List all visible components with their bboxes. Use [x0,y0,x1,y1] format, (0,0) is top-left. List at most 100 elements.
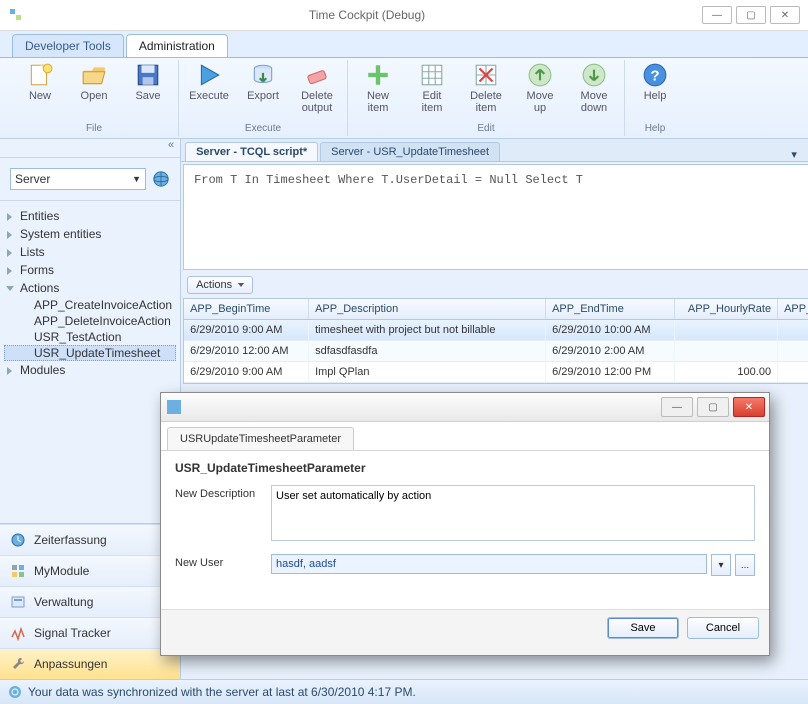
arrow-down-icon [581,62,607,88]
col-extra[interactable]: APP_H [778,299,808,319]
delete-output-button[interactable]: Delete output [295,62,339,114]
clock-icon [10,532,26,548]
tree-system-entities[interactable]: System entities [4,225,176,243]
table-row[interactable]: 6/29/2010 12:00 AM sdfasdfasdfa 6/29/201… [184,341,808,362]
move-up-button[interactable]: Move up [518,62,562,114]
dialog-cancel-button[interactable]: Cancel [687,617,759,639]
new-item-button[interactable]: New item [356,62,400,114]
doctab-pin[interactable]: ▾ [785,148,803,161]
table-row[interactable]: 6/29/2010 9:00 AM Impl QPlan 6/29/2010 1… [184,362,808,383]
dialog-icon [167,400,181,414]
tree-action-createinvoice[interactable]: APP_CreateInvoiceAction [4,297,176,313]
plus-icon [365,62,391,88]
dialog-close[interactable]: ✕ [733,397,765,417]
new-icon [27,62,53,88]
globe-icon[interactable] [152,170,170,188]
arrow-up-icon [527,62,553,88]
dialog-updatetimesheet-parameter: — ▢ ✕ USRUpdateTimesheetParameter USR_Up… [160,392,770,656]
export-icon [250,62,276,88]
tab-administration[interactable]: Administration [126,34,228,57]
dialog-maximize[interactable]: ▢ [697,397,729,417]
tree: Entities System entities Lists Forms Act… [0,201,180,523]
nav-zeiterfassung[interactable]: Zeiterfassung [0,524,180,555]
svg-text:?: ? [650,67,659,84]
tree-action-testaction[interactable]: USR_TestAction [4,329,176,345]
new-button[interactable]: New [18,62,62,102]
edit-item-button[interactable]: Edit item [410,62,454,114]
col-begintime[interactable]: APP_BeginTime [184,299,309,319]
label-new-description: New Description [175,485,271,544]
open-button[interactable]: Open [72,62,116,102]
nav-blocks: Zeiterfassung MyModule Verwaltung Signal… [0,523,180,679]
grid-icon [419,62,445,88]
signal-icon [10,625,26,641]
dialog-save-button[interactable]: Save [607,617,679,639]
tree-action-deleteinvoice[interactable]: APP_DeleteInvoiceAction [4,313,176,329]
tree-lists[interactable]: Lists [4,243,176,261]
doctab-close[interactable]: ✕ [803,148,808,161]
grid-header: APP_BeginTime APP_Description APP_EndTim… [184,299,808,320]
delete-item-button[interactable]: Delete item [464,62,508,114]
ribbon-group-label-help: Help [645,123,666,136]
top-tabs: Developer Tools Administration [0,31,808,58]
combo-browse-button[interactable]: ... [735,554,755,576]
connection-select[interactable]: Server▼ [10,168,146,190]
dialog-tab[interactable]: USRUpdateTimesheetParameter [167,427,354,450]
help-button[interactable]: ?Help [633,62,677,102]
sidebar-collapse[interactable]: « [0,139,180,158]
table-row[interactable]: 6/29/2010 9:00 AM timesheet with project… [184,320,808,341]
status-text: Your data was synchronized with the serv… [28,685,416,699]
ribbon-group-label-file: File [86,123,102,136]
ribbon: New Open Save File Execute Export Delete… [0,58,808,139]
move-down-button[interactable]: Move down [572,62,616,114]
grid-x-icon [473,62,499,88]
col-hourlyrate[interactable]: APP_HourlyRate [675,299,778,319]
tab-developer-tools[interactable]: Developer Tools [12,34,124,57]
close-button[interactable]: ✕ [770,6,800,24]
new-description-field[interactable]: User set automatically by action [271,485,755,541]
doctab-updatetimesheet[interactable]: Server - USR_UpdateTimesheet [320,142,500,161]
sync-icon [8,685,22,699]
execute-button[interactable]: Execute [187,62,231,102]
statusbar: Your data was synchronized with the serv… [0,679,808,704]
tree-forms[interactable]: Forms [4,261,176,279]
ribbon-group-label-execute: Execute [245,123,281,136]
minimize-button[interactable]: — [702,6,732,24]
doctab-tcql-script[interactable]: Server - TCQL script* [185,142,318,161]
maximize-button[interactable]: ▢ [736,6,766,24]
tree-entities[interactable]: Entities [4,207,176,225]
code-editor[interactable]: From T In Timesheet Where T.UserDetail =… [183,164,808,270]
module-icon [10,563,26,579]
eraser-icon [304,62,330,88]
play-icon [196,62,222,88]
sidebar: « Server▼ Entities System entities Lists… [0,139,181,679]
dialog-minimize[interactable]: — [661,397,693,417]
export-button[interactable]: Export [241,62,285,102]
actions-dropdown[interactable]: Actions [187,276,253,294]
app-icon [8,7,24,23]
nav-verwaltung[interactable]: Verwaltung [0,586,180,617]
nav-anpassungen[interactable]: Anpassungen [0,648,180,679]
results-grid: APP_BeginTime APP_Description APP_EndTim… [183,298,808,384]
nav-signal-tracker[interactable]: Signal Tracker [0,617,180,648]
ribbon-group-help: ?Help Help [625,60,685,136]
ribbon-group-file: New Open Save File [10,60,179,136]
save-button[interactable]: Save [126,62,170,102]
titlebar: Time Cockpit (Debug) — ▢ ✕ [0,0,808,31]
admin-icon [10,594,26,610]
wrench-icon [10,656,26,672]
open-icon [81,62,107,88]
col-endtime[interactable]: APP_EndTime [546,299,675,319]
ribbon-group-edit: New item Edit item Delete item Move up M… [348,60,625,136]
new-user-field[interactable] [271,554,707,574]
tree-modules[interactable]: Modules [4,361,176,379]
save-icon [135,62,161,88]
help-icon: ? [642,62,668,88]
col-description[interactable]: APP_Description [309,299,546,319]
dialog-titlebar[interactable]: — ▢ ✕ [161,393,769,422]
combo-dropdown-button[interactable]: ▾ [711,554,731,576]
tree-actions[interactable]: Actions [4,279,176,297]
ribbon-group-execute: Execute Export Delete output Execute [179,60,348,136]
tree-action-updatetimesheet[interactable]: USR_UpdateTimesheet [4,345,176,361]
nav-mymodule[interactable]: MyModule [0,555,180,586]
